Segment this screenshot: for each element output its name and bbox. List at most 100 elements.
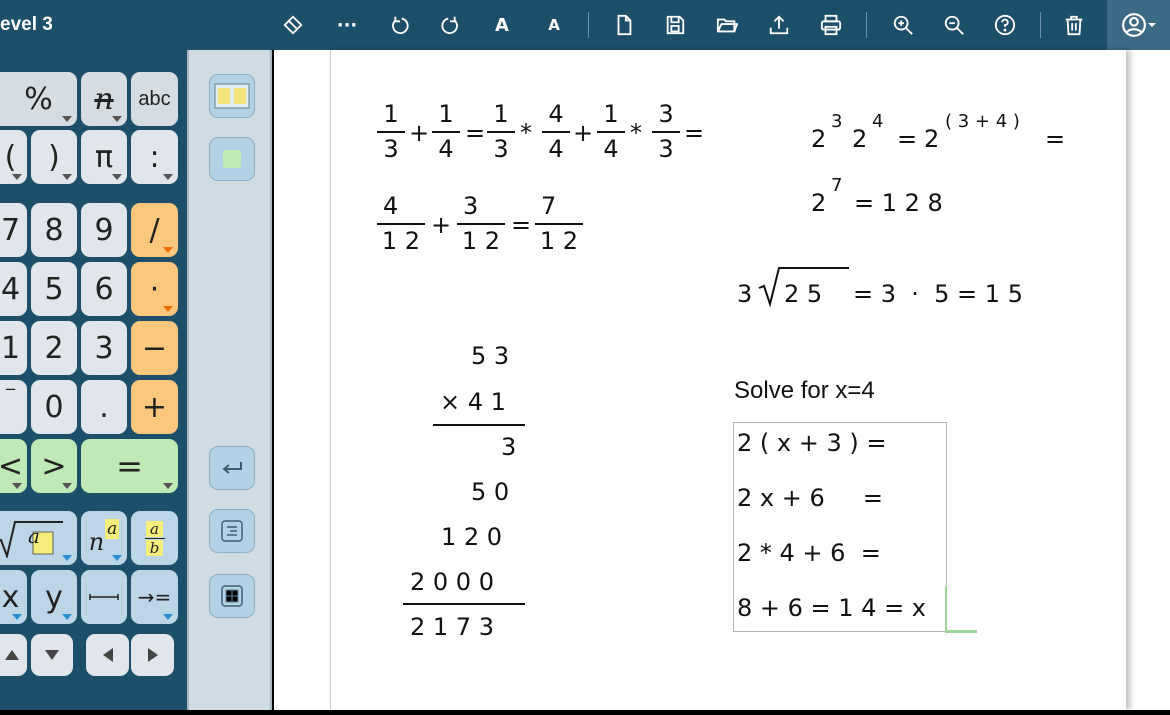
- key-label: n: [94, 81, 114, 117]
- eraser-icon: [283, 15, 303, 35]
- toolbar-separator: [588, 12, 589, 38]
- layout-single-button[interactable]: [209, 137, 255, 181]
- key-greater-than[interactable]: >: [31, 439, 77, 493]
- numerator: 4: [548, 100, 564, 128]
- key-abc[interactable]: abc: [131, 72, 178, 126]
- key-4[interactable]: 4: [0, 262, 27, 316]
- key-equals[interactable]: =: [81, 439, 178, 493]
- key-percent[interactable]: %: [0, 72, 77, 126]
- undo-button[interactable]: [384, 10, 414, 40]
- key-fraction[interactable]: a b: [131, 511, 178, 565]
- denominator: 1 2: [381, 226, 421, 255]
- key-5[interactable]: 5: [31, 262, 77, 316]
- key-less-than[interactable]: <: [0, 439, 27, 493]
- user-menu-button[interactable]: [1107, 0, 1170, 50]
- key-sqrt[interactable]: a: [0, 511, 77, 565]
- mult-line: 5 3: [471, 342, 510, 370]
- redo-button[interactable]: [436, 10, 466, 40]
- key-colon[interactable]: :: [131, 130, 178, 184]
- key-negate[interactable]: ‾: [0, 380, 27, 434]
- key-x[interactable]: x: [0, 570, 27, 624]
- key-7[interactable]: 7: [0, 203, 27, 257]
- key-label: 1: [0, 330, 21, 366]
- fraction: 31 2: [457, 194, 505, 253]
- grid-button[interactable]: [209, 574, 255, 618]
- key-arrow-left[interactable]: [86, 634, 129, 676]
- mult-line: 2 0 0 0: [410, 568, 494, 596]
- key-decimal[interactable]: .: [81, 380, 127, 434]
- key-line-segment[interactable]: [81, 570, 127, 624]
- key-label: >: [41, 448, 67, 484]
- key-minus[interactable]: −: [131, 321, 178, 375]
- mult-rule: [403, 603, 525, 605]
- new-file-button[interactable]: [609, 10, 639, 40]
- enter-button[interactable]: [209, 446, 255, 490]
- key-open-paren[interactable]: (: [0, 130, 27, 184]
- open-folder-button[interactable]: [712, 10, 742, 40]
- key-arrow-up[interactable]: [0, 634, 27, 676]
- fraction: 14: [432, 102, 460, 161]
- key-3[interactable]: 3: [81, 321, 127, 375]
- key-6[interactable]: 6: [81, 262, 127, 316]
- key-not-n[interactable]: n: [81, 72, 127, 126]
- fraction: 33: [652, 102, 680, 161]
- font-larger-icon: A: [495, 14, 509, 36]
- line-segment-icon: [89, 594, 119, 600]
- key-divide[interactable]: /: [131, 203, 178, 257]
- key-solve-arrow[interactable]: →=: [131, 570, 178, 624]
- key-plus[interactable]: +: [131, 380, 178, 434]
- key-9[interactable]: 9: [81, 203, 127, 257]
- user-icon: [1121, 13, 1146, 37]
- more-button[interactable]: ···: [332, 10, 362, 40]
- fraction: 13: [487, 102, 515, 161]
- key-1[interactable]: 1: [0, 321, 27, 375]
- save-button[interactable]: [660, 10, 690, 40]
- sqrt-coefficient: 3: [737, 280, 753, 308]
- denominator: 3: [383, 134, 399, 163]
- denominator: 3: [493, 134, 509, 163]
- key-8[interactable]: 8: [31, 203, 77, 257]
- key-pi[interactable]: π: [81, 130, 127, 184]
- exp-power: 7: [831, 175, 843, 196]
- key-label: 5: [44, 271, 64, 307]
- trash-icon: [1065, 15, 1083, 36]
- text-cursor: [945, 586, 977, 633]
- key-close-paren[interactable]: ): [31, 130, 77, 184]
- help-button[interactable]: [990, 10, 1020, 40]
- key-power[interactable]: n a: [81, 511, 127, 565]
- font-smaller-icon: A: [548, 16, 560, 34]
- print-button[interactable]: [816, 10, 846, 40]
- new-file-icon: [617, 14, 632, 36]
- arrow-left-icon: [102, 648, 113, 662]
- fraction: 44: [542, 102, 570, 161]
- chevron-down-icon: [1147, 23, 1156, 27]
- eraser-button[interactable]: [278, 10, 308, 40]
- zoom-in-icon: [893, 15, 913, 35]
- key-label: π: [94, 139, 114, 175]
- font-larger-button[interactable]: A: [487, 10, 517, 40]
- key-multiply[interactable]: ·: [131, 262, 178, 316]
- worksheet-paper[interactable]: 13 + 14 = 13 * 44 + 14 * 33 = 41 2 + 31 …: [330, 50, 1126, 710]
- font-smaller-button[interactable]: A: [539, 10, 569, 40]
- top-toolbar: evel 3 ··· A A: [0, 0, 1170, 50]
- key-label: 6: [94, 271, 114, 307]
- layout-two-column-button[interactable]: [209, 74, 255, 118]
- upload-button[interactable]: [764, 10, 794, 40]
- operator: =: [1045, 125, 1066, 153]
- delete-button[interactable]: [1059, 10, 1089, 40]
- key-label: 7: [0, 212, 21, 248]
- sqrt-radicand: 2 5: [784, 280, 823, 308]
- key-arrow-right[interactable]: [131, 634, 174, 676]
- key-label: abc: [138, 87, 171, 110]
- key-0[interactable]: 0: [31, 380, 77, 434]
- key-arrow-down[interactable]: [31, 634, 73, 676]
- app-title: evel 3: [0, 14, 53, 35]
- key-2[interactable]: 2: [31, 321, 77, 375]
- solve-line: 2 * 4 + 6 =: [737, 539, 881, 567]
- help-icon: [994, 14, 1016, 36]
- key-y[interactable]: y: [31, 570, 77, 624]
- zoom-in-button[interactable]: [888, 10, 918, 40]
- zoom-out-button[interactable]: [939, 10, 969, 40]
- align-text-button[interactable]: [209, 509, 255, 553]
- grid-icon: [221, 585, 243, 607]
